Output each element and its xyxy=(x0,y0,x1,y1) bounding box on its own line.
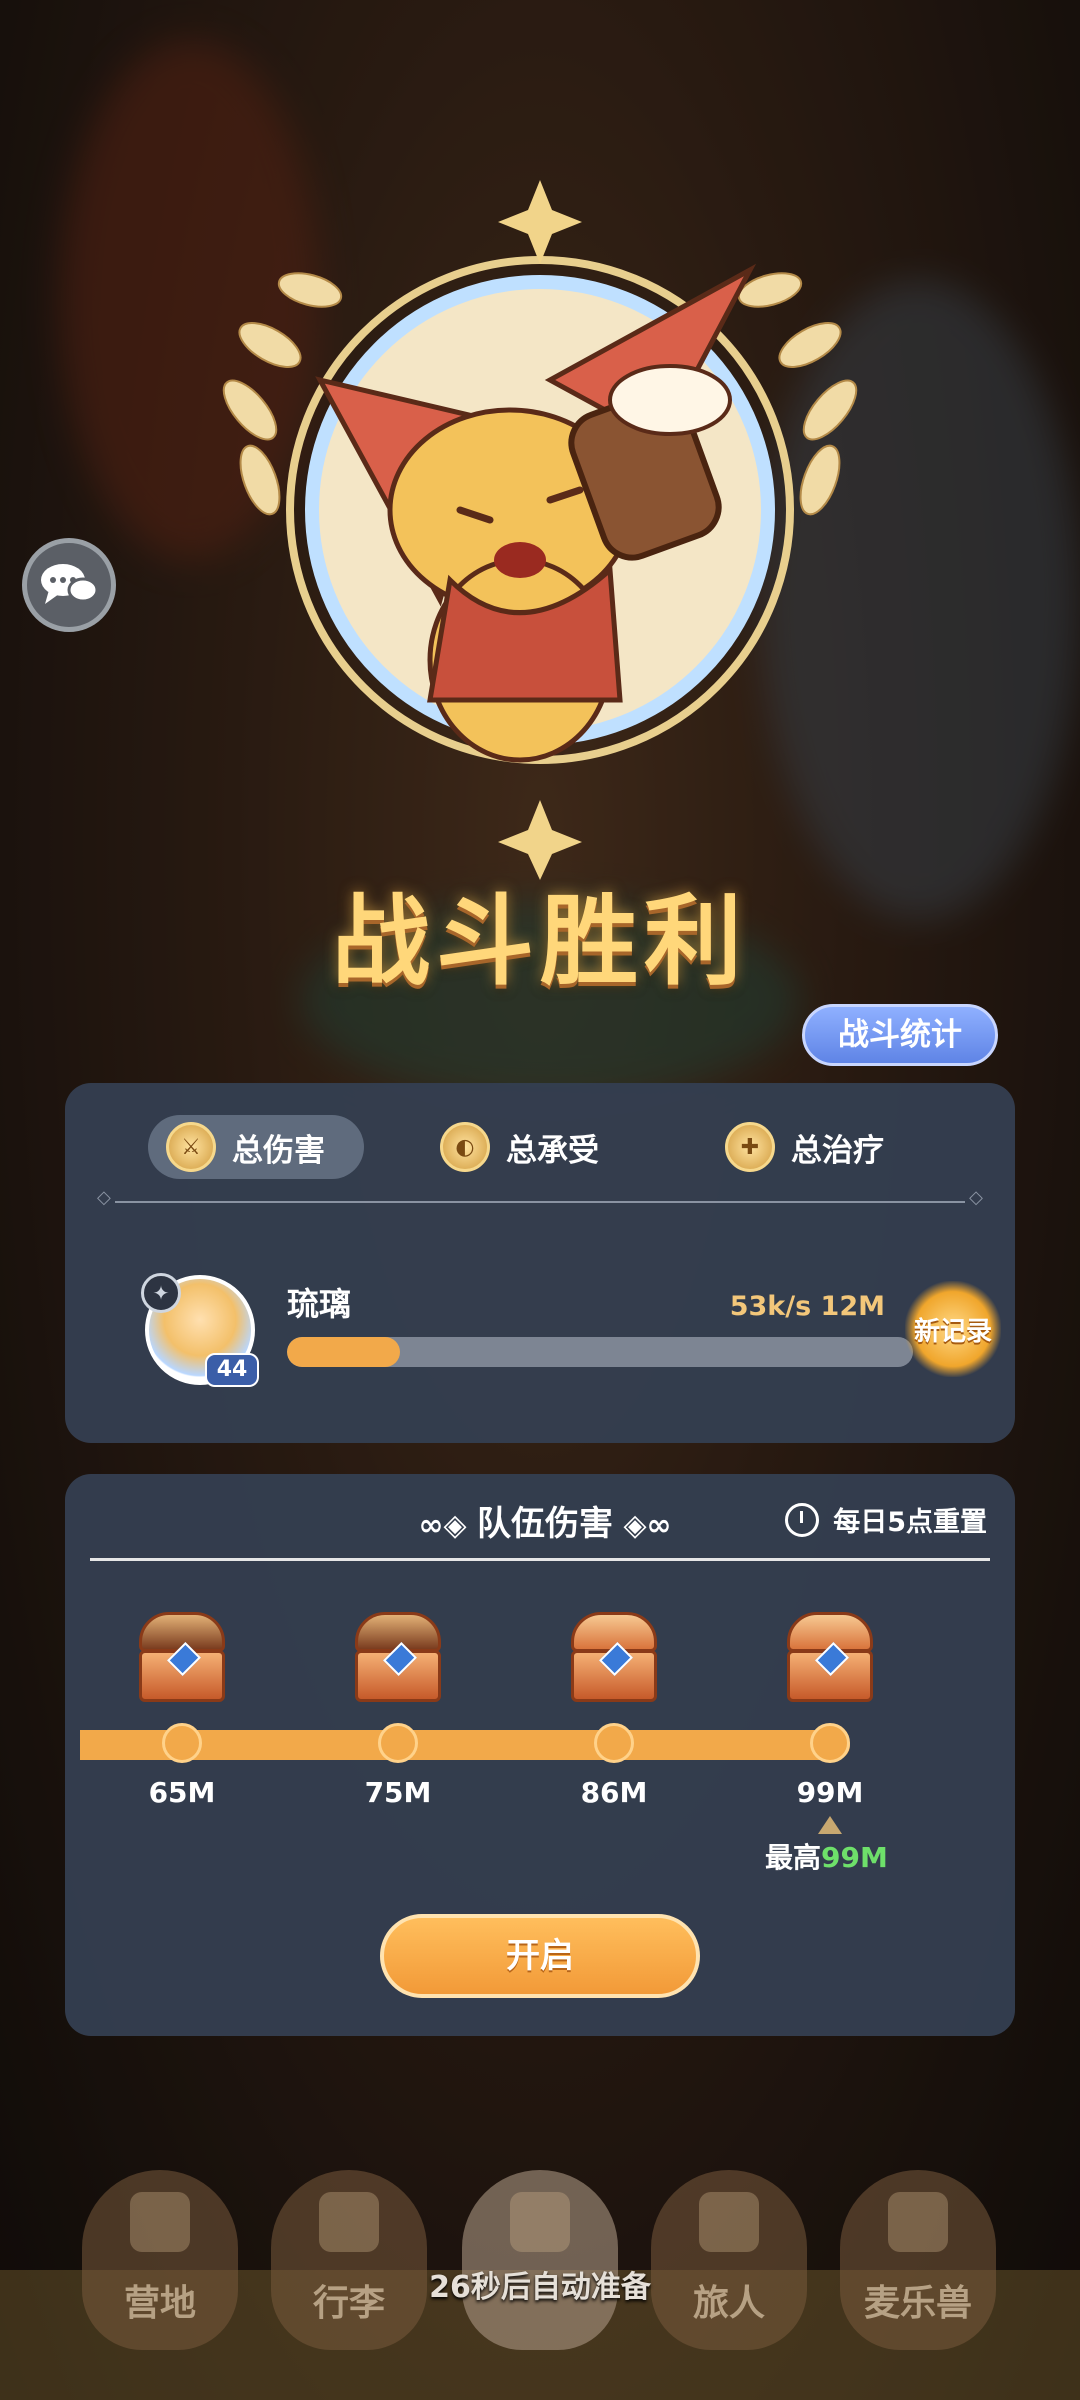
tab-total-damage[interactable]: ⚔ 总伤害 xyxy=(148,1115,364,1179)
hero-name: 琉璃 xyxy=(287,1285,352,1323)
daily-reset-note: 每日5点重置 xyxy=(785,1500,987,1539)
class-emblem-icon: ✦ xyxy=(141,1273,181,1313)
hero-level-badge: 44 xyxy=(205,1353,259,1387)
nav-camp[interactable]: 营地 xyxy=(82,2170,238,2350)
shield-icon: ◐ xyxy=(440,1122,490,1172)
ornament-left-icon: ∞◈ xyxy=(418,1508,477,1543)
backpack-icon xyxy=(319,2192,379,2252)
milestone-label: 99M xyxy=(796,1776,864,1809)
milestone-node xyxy=(594,1723,634,1763)
victory-title: 战斗胜利 xyxy=(331,885,748,999)
milestone-node xyxy=(378,1723,418,1763)
tab-divider xyxy=(97,1187,983,1208)
nav-luggage[interactable]: 行李 xyxy=(271,2170,427,2350)
open-chest-button[interactable]: 开启 xyxy=(380,1914,700,1998)
crossed-swords-icon xyxy=(510,2192,570,2252)
milestone-label: 75M xyxy=(364,1776,432,1809)
battle-stats-button[interactable]: 战斗统计 xyxy=(802,1004,998,1066)
tab-label: 总治疗 xyxy=(791,1132,884,1169)
hero-damage-stat: 53k/s 12M xyxy=(729,1291,885,1322)
milestone-node xyxy=(810,1723,850,1763)
reward-chest[interactable] xyxy=(787,1612,873,1702)
heal-icon: ✚ xyxy=(725,1122,775,1172)
milestone-label: 65M xyxy=(148,1776,216,1809)
pet-icon xyxy=(888,2192,948,2252)
reset-note-text: 每日5点重置 xyxy=(833,1507,987,1538)
chat-button[interactable] xyxy=(22,538,116,632)
nav-pets[interactable]: 麦乐兽 xyxy=(840,2170,996,2350)
victory-emblem xyxy=(222,180,858,880)
team-damage-title: ∞◈ 队伍伤害 ◈∞ xyxy=(385,1496,705,1545)
damage-stats-panel: ⚔ 总伤害 ◐ 总承受 ✚ 总治疗 ✦ 44 琉璃 53k/s 12M 新记录 xyxy=(65,1083,1015,1443)
tab-label: 总伤害 xyxy=(232,1132,325,1169)
best-prefix: 最高 xyxy=(765,1841,822,1874)
tab-total-heal[interactable]: ✚ 总治疗 xyxy=(725,1115,884,1179)
team-damage-panel: ∞◈ 队伍伤害 ◈∞ 每日5点重置 65M 75M 86M 99M 最高99M … xyxy=(65,1474,1015,2036)
milestone-label: 86M xyxy=(580,1776,648,1809)
tab-total-taken[interactable]: ◐ 总承受 xyxy=(440,1115,599,1179)
best-damage-label: 最高99M xyxy=(765,1836,888,1876)
tab-label: 总承受 xyxy=(506,1132,599,1169)
hero-damage-bar-fill xyxy=(287,1337,400,1367)
nav-battle[interactable] xyxy=(462,2170,618,2350)
sword-icon: ⚔ xyxy=(166,1122,216,1172)
reward-chest[interactable] xyxy=(139,1612,225,1702)
chat-bubbles-icon xyxy=(41,564,99,604)
reward-chest[interactable] xyxy=(571,1612,657,1702)
auto-ready-countdown: 26秒后自动准备 xyxy=(429,2270,651,2305)
team-damage-title-text: 队伍伤害 xyxy=(477,1504,613,1544)
best-marker-icon xyxy=(818,1816,842,1834)
milestone-node xyxy=(162,1723,202,1763)
best-value: 99M xyxy=(821,1841,888,1874)
traveler-icon xyxy=(699,2192,759,2252)
new-record-badge: 新记录 xyxy=(905,1281,1001,1377)
castle-icon xyxy=(130,2192,190,2252)
header-divider xyxy=(90,1558,990,1561)
nav-travelers[interactable]: 旅人 xyxy=(651,2170,807,2350)
hero-damage-bar xyxy=(287,1337,913,1367)
reward-chest[interactable] xyxy=(355,1612,441,1702)
ornament-right-icon: ◈∞ xyxy=(613,1508,672,1543)
clock-icon xyxy=(785,1502,820,1537)
